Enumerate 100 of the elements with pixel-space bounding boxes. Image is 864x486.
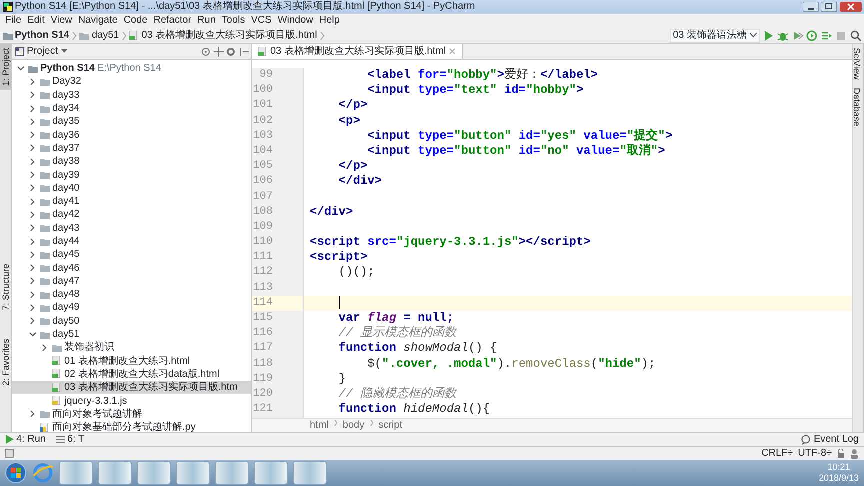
menu-item[interactable]: File (2, 14, 25, 28)
panel-toggle-icon[interactable] (5, 449, 14, 458)
tree-item[interactable]: 01 表格增删改查大练习.html (12, 354, 251, 368)
tree-item[interactable]: day45 (12, 248, 251, 262)
tool-window-button[interactable]: 4: Run (5, 433, 46, 446)
code-line: </div> (309, 204, 354, 220)
tree-item[interactable]: day34 (12, 102, 251, 116)
taskbar-button[interactable] (59, 461, 93, 485)
folder-icon (79, 30, 90, 40)
taskbar-button[interactable] (98, 461, 132, 485)
breadcrumb-item[interactable]: html (310, 419, 329, 432)
breadcrumb-item[interactable]: day51 (79, 28, 120, 43)
profile-icon[interactable] (806, 30, 818, 42)
tree-item[interactable]: day43 (12, 222, 251, 235)
tree-item[interactable]: day44 (12, 234, 251, 248)
folder-icon (40, 330, 50, 340)
tree-item[interactable]: 面向对象考试题讲解 (12, 408, 251, 422)
tree-item[interactable]: day47 (12, 274, 251, 288)
editor-tab[interactable]: 03 表格增删改查大练习实际项目版.html (252, 44, 463, 59)
search-icon[interactable] (850, 30, 862, 42)
folder-icon (40, 76, 50, 87)
maximize-icon[interactable] (821, 2, 837, 12)
tool-window-tab[interactable]: 7: Structure (0, 260, 11, 315)
tree-item[interactable]: day39 (12, 168, 251, 182)
line-number: 112 (252, 265, 274, 280)
tool-window-tab[interactable]: 1: Project (0, 44, 11, 90)
menu-item[interactable]: Tools (218, 14, 248, 28)
coverage-icon[interactable] (792, 30, 804, 42)
breadcrumb-item[interactable]: Python S14 (2, 28, 70, 43)
menu-item[interactable]: Navigate (75, 14, 121, 28)
menu-item[interactable]: Run (194, 14, 219, 28)
tool-window-button[interactable]: 6: T (56, 433, 85, 446)
menu-item[interactable]: Help (316, 14, 343, 28)
tree-item[interactable]: 面向对象基础部分考试题讲解.py (12, 421, 251, 432)
tree-item[interactable]: day51 (12, 328, 251, 342)
folder-icon (40, 183, 50, 194)
tree-item[interactable]: day33 (12, 88, 251, 102)
tree-item[interactable]: day36 (12, 128, 251, 142)
tree-item[interactable]: day49 (12, 301, 251, 315)
tool-window-tab[interactable]: SciView (853, 44, 863, 84)
tree-item[interactable]: day35 (12, 115, 251, 128)
code-line: // 显示模态框的函数 (338, 326, 458, 342)
tree-item[interactable]: day38 (12, 155, 251, 168)
tree-item[interactable]: day50 (12, 314, 251, 328)
tool-window-tab[interactable]: 2: Favorites (0, 334, 11, 390)
chevron-right-icon (320, 30, 325, 40)
code-line: </p> (338, 159, 369, 174)
settings-icon[interactable] (226, 46, 236, 56)
line-number: 109 (252, 220, 274, 235)
start-orb-icon[interactable] (5, 462, 27, 484)
code-line: function hideModal(){ (338, 402, 492, 418)
menu-item[interactable]: VCS (248, 14, 275, 28)
tree-item[interactable]: day40 (12, 182, 251, 195)
close-icon[interactable] (840, 2, 862, 12)
menu-item[interactable]: Window (274, 14, 316, 28)
folder-icon (40, 116, 50, 127)
code-line: } (338, 372, 348, 387)
event-log-button[interactable]: Event Log (801, 433, 859, 446)
taskbar-button[interactable] (215, 461, 249, 485)
hide-icon[interactable] (238, 46, 248, 56)
tree-item[interactable]: day48 (12, 288, 251, 302)
encoding-selector[interactable]: UTF-8÷ (798, 447, 832, 460)
run-config-dropdown[interactable]: 03 装饰器语法糖 (670, 28, 760, 42)
tree-item[interactable]: Python S14 E:\Python S14 (12, 62, 251, 76)
target-icon[interactable] (201, 46, 211, 56)
caret-icon (750, 33, 756, 38)
folder-icon (52, 342, 62, 353)
tree-item[interactable]: day46 (12, 261, 251, 275)
menu-item[interactable]: Code (120, 14, 151, 28)
tree-item[interactable]: 02 表格增删改查大练习data版.html (12, 368, 251, 382)
close-icon[interactable] (448, 48, 456, 55)
taskbar-button[interactable] (137, 461, 171, 485)
line-separator-selector[interactable]: CRLF÷ (762, 447, 794, 460)
tree-item[interactable]: day37 (12, 142, 251, 156)
menu-item[interactable]: Edit (24, 14, 48, 28)
tree-item[interactable]: 装饰器初识 (12, 341, 251, 355)
lock-icon[interactable] (837, 449, 845, 458)
tree-item[interactable]: 03 表格增删改查大练习实际项目版.htm (12, 381, 251, 394)
tree-item[interactable]: day42 (12, 208, 251, 222)
tree-item[interactable]: Day32 (12, 75, 251, 89)
panel-icon (14, 46, 24, 56)
minimize-icon[interactable] (802, 2, 818, 12)
taskbar-button[interactable] (293, 461, 327, 485)
tool-window-tab[interactable]: Database (853, 84, 863, 130)
list-run-icon[interactable] (820, 30, 832, 42)
browser-icon[interactable] (32, 462, 54, 484)
line-number: 102 (252, 114, 274, 129)
folder-icon (40, 223, 50, 234)
menu-item[interactable]: View (48, 14, 76, 28)
breadcrumb-item[interactable]: script (378, 419, 402, 432)
project-view-dropdown[interactable]: Project (27, 44, 68, 59)
folder-icon (40, 409, 50, 420)
html-file-icon (52, 356, 62, 366)
tree-item[interactable]: jquery-3.3.1.js (12, 394, 251, 408)
tree-item[interactable]: day41 (12, 194, 251, 208)
taskbar-button[interactable] (254, 461, 288, 485)
menu-item[interactable]: Refactor (150, 14, 195, 28)
breadcrumb-item[interactable]: 03 表格增删改查大练习实际项目版.html (129, 28, 318, 43)
breadcrumb-item[interactable]: body (342, 419, 365, 432)
taskbar-button[interactable] (176, 461, 210, 485)
